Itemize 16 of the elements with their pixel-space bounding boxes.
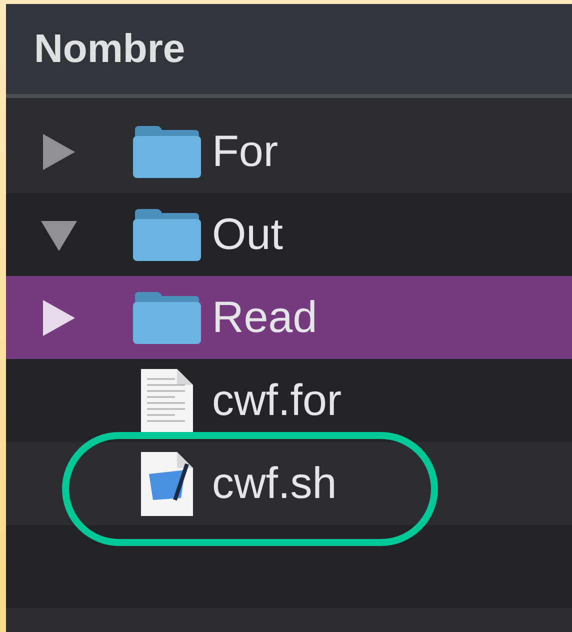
script-document-icon <box>141 452 193 516</box>
triangle-right-icon[interactable] <box>41 300 77 336</box>
triangle-right-icon[interactable] <box>41 134 77 170</box>
folder-icon <box>133 292 201 344</box>
file-name: cwf.sh <box>212 458 337 508</box>
file-name: For <box>212 126 278 176</box>
file-row[interactable]: For <box>6 110 572 193</box>
folder-icon <box>133 126 201 178</box>
selected-file-row[interactable]: Read <box>6 276 572 359</box>
folder-icon <box>133 208 201 260</box>
file-name: Read <box>212 292 318 342</box>
file-row[interactable]: cwf.sh <box>6 442 572 525</box>
file-name: Out <box>212 210 283 260</box>
file-name: cwf.for <box>212 376 342 426</box>
column-header-label: Nombre <box>34 26 186 72</box>
text-document-icon <box>141 368 193 432</box>
